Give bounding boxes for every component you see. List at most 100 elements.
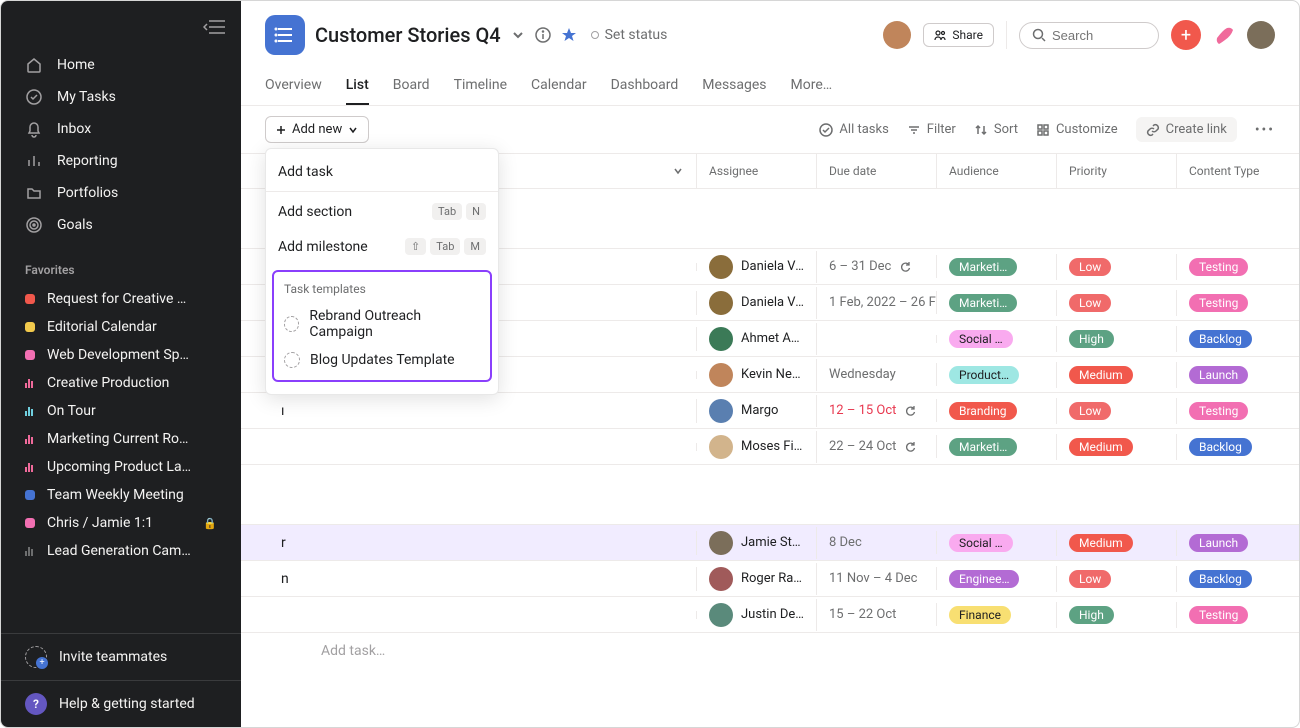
audience-cell[interactable]: Finance [937, 602, 1057, 628]
due-date-cell[interactable]: 22 – 24 Oct [817, 435, 937, 458]
due-date-cell[interactable]: Wednesday [817, 363, 937, 386]
tab-more[interactable]: More… [791, 69, 833, 105]
column-content-type[interactable]: Content Type [1177, 154, 1297, 188]
assignee-cell[interactable]: Roger Ray… [697, 563, 817, 595]
favorite-item[interactable]: Lead Generation Cam… [1, 537, 241, 565]
nav-goals[interactable]: Goals [1, 209, 241, 241]
project-caret-icon[interactable] [511, 28, 525, 42]
task-name-cell[interactable] [241, 443, 697, 451]
nav-my-tasks[interactable]: My Tasks [1, 81, 241, 113]
content-type-cell[interactable]: Testing [1177, 398, 1297, 424]
due-date-cell[interactable]: 12 – 15 Oct [817, 399, 937, 422]
toolbar-more-button[interactable]: ••• [1255, 122, 1275, 138]
task-row[interactable]: rJamie Stap…8 DecSocial …MediumLaunch [241, 525, 1299, 561]
tab-calendar[interactable]: Calendar [531, 69, 587, 105]
column-assignee[interactable]: Assignee [697, 154, 817, 188]
tab-list[interactable]: List [346, 69, 369, 105]
content-type-cell[interactable]: Testing [1177, 602, 1297, 628]
due-date-cell[interactable]: 8 Dec [817, 531, 937, 554]
task-row[interactable]: Justin Dean15 – 22 OctFinanceHighTesting [241, 597, 1299, 633]
nav-reporting[interactable]: Reporting [1, 145, 241, 177]
filter-button[interactable]: Filter [907, 122, 956, 137]
due-date-cell[interactable]: 15 – 22 Oct [817, 603, 937, 626]
content-type-cell[interactable]: Backlog [1177, 434, 1297, 460]
add-task-item[interactable]: Add task [266, 155, 498, 189]
priority-cell[interactable]: High [1057, 326, 1177, 352]
favorite-item[interactable]: Request for Creative … [1, 285, 241, 313]
column-due-date[interactable]: Due date [817, 154, 937, 188]
column-priority[interactable]: Priority [1057, 154, 1177, 188]
tab-timeline[interactable]: Timeline [454, 69, 507, 105]
add-section-item[interactable]: Add section Tab N [266, 194, 498, 229]
assignee-cell[interactable]: Daniela Var… [697, 287, 817, 319]
add-task-row[interactable]: Add task… [241, 633, 1299, 669]
assignee-cell[interactable]: Daniela Var… [697, 251, 817, 283]
priority-cell[interactable]: Medium [1057, 530, 1177, 556]
all-tasks-button[interactable]: All tasks [819, 122, 888, 137]
priority-cell[interactable]: Low [1057, 398, 1177, 424]
invite-teammates-button[interactable]: Invite teammates [1, 633, 241, 680]
info-icon[interactable] [535, 27, 551, 43]
task-row[interactable]: ıMargo12 – 15 OctBrandingLowTesting [241, 393, 1299, 429]
assignee-cell[interactable]: Ahmet Aslan [697, 323, 817, 355]
user-avatar[interactable] [1247, 21, 1275, 49]
favorite-item[interactable]: Upcoming Product La… [1, 453, 241, 481]
star-icon[interactable] [561, 27, 577, 43]
content-type-cell[interactable]: Testing [1177, 290, 1297, 316]
task-name-cell[interactable]: n [241, 567, 697, 591]
due-date-cell[interactable]: 1 Feb, 2022 – 26 Feb, 2022 [817, 291, 937, 314]
priority-cell[interactable]: Medium [1057, 434, 1177, 460]
content-type-cell[interactable]: Launch [1177, 362, 1297, 388]
tab-messages[interactable]: Messages [702, 69, 766, 105]
task-name-cell[interactable] [241, 611, 697, 619]
audience-cell[interactable]: Social … [937, 326, 1057, 352]
task-name-cell[interactable]: r [241, 531, 697, 555]
favorite-item[interactable]: Team Weekly Meeting [1, 481, 241, 509]
add-milestone-item[interactable]: Add milestone ⇧ Tab M [266, 229, 498, 264]
nav-home[interactable]: Home [1, 49, 241, 81]
priority-cell[interactable]: Low [1057, 254, 1177, 280]
due-date-cell[interactable]: 11 Nov – 4 Dec [817, 567, 937, 590]
due-date-cell[interactable] [817, 335, 937, 343]
share-button[interactable]: Share [923, 23, 994, 47]
content-type-cell[interactable]: Backlog [1177, 566, 1297, 592]
due-date-cell[interactable]: 6 – 31 Dec [817, 255, 937, 278]
task-row[interactable]: nRoger Ray…11 Nov – 4 DecEnginee…LowBack… [241, 561, 1299, 597]
nav-portfolios[interactable]: Portfolios [1, 177, 241, 209]
sort-button[interactable]: Sort [974, 122, 1018, 137]
template-rebrand-outreach[interactable]: Rebrand Outreach Campaign [274, 302, 490, 346]
assignee-cell[interactable]: Justin Dean [697, 599, 817, 631]
tab-board[interactable]: Board [393, 69, 430, 105]
tab-overview[interactable]: Overview [265, 69, 322, 105]
content-type-cell[interactable]: Backlog [1177, 326, 1297, 352]
priority-cell[interactable]: High [1057, 602, 1177, 628]
help-button[interactable]: ? Help & getting started [1, 680, 241, 727]
favorite-item[interactable]: Web Development Sp… [1, 341, 241, 369]
favorite-item[interactable]: Editorial Calendar [1, 313, 241, 341]
favorite-item[interactable]: On Tour [1, 397, 241, 425]
content-type-cell[interactable]: Testing [1177, 254, 1297, 280]
audience-cell[interactable]: Marketi… [937, 290, 1057, 316]
priority-cell[interactable]: Medium [1057, 362, 1177, 388]
search-box[interactable] [1019, 22, 1159, 49]
column-audience[interactable]: Audience [937, 154, 1057, 188]
task-name-cell[interactable]: ı [241, 399, 697, 423]
audience-cell[interactable]: Social … [937, 530, 1057, 556]
assignee-cell[interactable]: Margo [697, 395, 817, 427]
content-type-cell[interactable]: Launch [1177, 530, 1297, 556]
nav-inbox[interactable]: Inbox [1, 113, 241, 145]
tab-dashboard[interactable]: Dashboard [611, 69, 679, 105]
assignee-cell[interactable]: Kevin New… [697, 359, 817, 391]
template-blog-updates[interactable]: Blog Updates Template [274, 346, 490, 374]
create-link-button[interactable]: Create link [1136, 117, 1237, 142]
audience-cell[interactable]: Marketi… [937, 434, 1057, 460]
priority-cell[interactable]: Low [1057, 566, 1177, 592]
search-input[interactable] [1052, 28, 1142, 43]
favorite-item[interactable]: Marketing Current Ro… [1, 425, 241, 453]
assignee-cell[interactable]: Jamie Stap… [697, 527, 817, 559]
audience-cell[interactable]: Branding [937, 398, 1057, 424]
celebrate-icon[interactable] [1213, 24, 1235, 46]
audience-cell[interactable]: Product… [937, 362, 1057, 388]
favorite-item[interactable]: Chris / Jamie 1:1🔒 [1, 509, 241, 537]
section-header-row[interactable] [241, 465, 1299, 525]
